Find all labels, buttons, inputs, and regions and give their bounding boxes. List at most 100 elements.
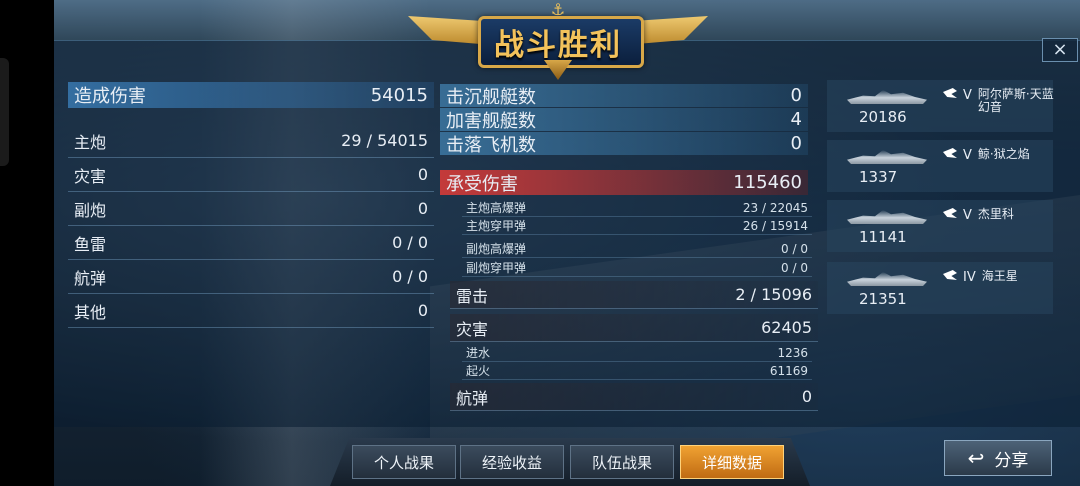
ship-silhouette-icon [847, 90, 927, 104]
enemy-ship-card[interactable]: 11141 V 杰里科 [827, 200, 1053, 252]
damage-dealt-header: 造成伤害 54015 [68, 82, 434, 108]
anchor-icon: ⚓ [550, 0, 566, 19]
damage-received-label: 承受伤害 [446, 173, 518, 195]
tab-detailed-data[interactable]: 详细数据 [680, 445, 784, 479]
ship-tier: V [963, 208, 972, 223]
damage-row-label: 其他 [74, 302, 107, 322]
enemy-ship-card[interactable]: 21351 IV 海王星 [827, 262, 1053, 314]
received-sub-value: 23 / 22045 [742, 200, 808, 215]
torpedo-received-value: 2 / 15096 [735, 285, 812, 304]
disaster-sub-row: 进水 1236 [462, 344, 812, 362]
share-button[interactable]: ↩ 分享 [944, 440, 1052, 476]
damage-row-label: 鱼雷 [74, 234, 107, 254]
device-edge [0, 0, 54, 486]
kill-stat-row: 击沉舰艇数 0 [440, 84, 808, 108]
damage-row: 航弹 0 / 0 [68, 260, 434, 294]
damage-row-value: 0 [417, 301, 428, 320]
ship-damage: 21351 [859, 290, 907, 308]
ship-tier: V [963, 88, 972, 103]
kill-stat-row: 击落飞机数 0 [440, 132, 808, 156]
disaster-received-row: 灾害 62405 [450, 314, 818, 342]
received-sub-label: 主炮穿甲弹 [466, 219, 527, 233]
tab-personal-results[interactable]: 个人战果 [352, 445, 456, 479]
ship-name: 海王星 [981, 269, 1018, 283]
torpedo-received-row: 雷击 2 / 15096 [450, 281, 818, 309]
close-button[interactable]: × [1042, 38, 1078, 62]
ship-name: 杰里科 [977, 207, 1014, 221]
ship-silhouette-icon [847, 150, 927, 164]
received-sub-row: 主炮穿甲弹 26 / 15914 [462, 217, 812, 235]
kill-stat-value: 4 [790, 109, 802, 130]
ship-name: 阿尔萨斯·天蓝幻音 [977, 87, 1054, 114]
ship-silhouette-icon [847, 272, 927, 286]
kill-stat-label: 击沉舰艇数 [446, 86, 536, 108]
damage-row-label: 灾害 [74, 166, 107, 186]
received-sub-value: 0 / 0 [781, 241, 808, 256]
disaster-sub-value: 61169 [769, 363, 808, 378]
disaster-received-value: 62405 [761, 318, 812, 337]
damage-received-header: 承受伤害 115460 [440, 170, 808, 195]
close-icon: × [1052, 39, 1068, 60]
device-notch [0, 58, 9, 166]
damage-dealt-value: 54015 [370, 84, 428, 106]
damage-row-value: 0 [417, 199, 428, 218]
received-sub-row: 副炮穿甲弹 0 / 0 [462, 259, 812, 277]
damage-row: 主炮 29 / 54015 [68, 124, 434, 158]
received-sub-label: 副炮穿甲弹 [466, 261, 527, 275]
bomb-received-value: 0 [801, 387, 812, 406]
damage-row-label: 主炮 [74, 132, 107, 152]
ship-name: 鲸·狱之焰 [977, 147, 1030, 161]
damage-row: 其他 0 [68, 294, 434, 328]
disaster-sub-value: 1236 [777, 345, 808, 360]
ship-tag: V 阿尔萨斯·天蓝幻音 [943, 88, 1058, 114]
damage-row: 副炮 0 [68, 192, 434, 226]
ship-class-icon [943, 208, 957, 218]
kill-stat-value: 0 [790, 85, 802, 106]
ship-damage: 20186 [859, 108, 907, 126]
disaster-sub-label: 起火 [466, 364, 491, 378]
ship-tag: V 鲸·狱之焰 [943, 148, 1058, 163]
share-arrow-icon: ↩ [967, 446, 985, 470]
damage-row-value: 0 / 0 [392, 233, 428, 252]
kill-stat-row: 加害舰艇数 4 [440, 108, 808, 132]
ship-damage: 1337 [859, 168, 898, 186]
disaster-sub-row: 起火 61169 [462, 362, 812, 380]
received-sub-row: 主炮高爆弹 23 / 22045 [462, 199, 812, 217]
kill-stat-label: 击落飞机数 [446, 134, 536, 156]
bomb-received-row: 航弹 0 [450, 383, 818, 411]
kill-stat-value: 0 [790, 133, 802, 154]
damage-row: 鱼雷 0 / 0 [68, 226, 434, 260]
ship-class-icon [943, 270, 957, 280]
damage-row-label: 航弹 [74, 268, 107, 288]
damage-row-value: 0 [417, 165, 428, 184]
ship-class-icon [943, 88, 957, 98]
damage-row-value: 29 / 54015 [341, 131, 428, 150]
disaster-received-label: 灾害 [456, 319, 489, 339]
received-sub-value: 0 / 0 [781, 260, 808, 275]
enemy-ship-card[interactable]: 1337 V 鲸·狱之焰 [827, 140, 1053, 192]
received-sub-label: 副炮高爆弹 [466, 242, 527, 256]
kill-stat-label: 加害舰艇数 [446, 110, 536, 132]
torpedo-received-label: 雷击 [456, 286, 489, 306]
ship-tier: IV [963, 270, 976, 285]
received-sub-row: 副炮高爆弹 0 / 0 [462, 240, 812, 258]
damage-row: 灾害 0 [68, 158, 434, 192]
received-sub-label: 主炮高爆弹 [466, 201, 527, 215]
ship-tag: V 杰里科 [943, 208, 1058, 223]
enemy-ship-card[interactable]: 20186 V 阿尔萨斯·天蓝幻音 [827, 80, 1054, 132]
tab-team-results[interactable]: 队伍战果 [570, 445, 674, 479]
tab-exp-gain[interactable]: 经验收益 [460, 445, 564, 479]
damage-row-value: 0 / 0 [392, 267, 428, 286]
disaster-sub-label: 进水 [466, 346, 491, 360]
battle-result-screen: ⚓ 战斗胜利 × 造成伤害 54015 主炮 29 / 54015 灾害 0 副… [0, 0, 1080, 486]
bomb-received-label: 航弹 [456, 388, 489, 408]
banner-title: 战斗胜利 [494, 28, 622, 63]
ship-tag: IV 海王星 [943, 270, 1062, 285]
ship-damage: 11141 [859, 228, 907, 246]
ship-silhouette-icon [847, 210, 927, 224]
ship-class-icon [943, 148, 957, 158]
ship-tier: V [963, 148, 972, 163]
damage-received-value: 115460 [733, 172, 802, 193]
received-sub-value: 26 / 15914 [742, 218, 808, 233]
damage-row-label: 副炮 [74, 200, 107, 220]
